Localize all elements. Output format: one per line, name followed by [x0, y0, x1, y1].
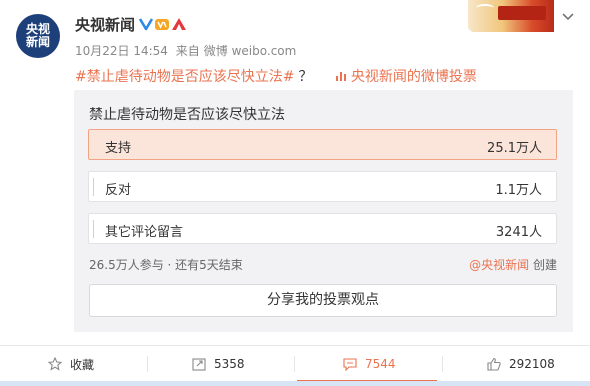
favorite-button[interactable]: 收藏 [48, 346, 94, 382]
poll-icon [335, 72, 346, 81]
repost-count: 5358 [214, 357, 245, 371]
star-icon [48, 357, 62, 371]
poll-option-other[interactable]: 其它评论留言 3241人 [88, 213, 557, 244]
bottom-edge [0, 381, 590, 386]
repost-button[interactable]: 5358 [192, 346, 245, 382]
poll-creator-suffix: 创建 [532, 258, 557, 272]
divider [442, 356, 443, 372]
favorite-label: 收藏 [70, 357, 95, 372]
member-badge-icon [155, 19, 169, 30]
thumbs-up-icon [487, 357, 501, 371]
divider [147, 356, 148, 372]
comment-count: 7544 [365, 357, 396, 371]
verified-icon [138, 18, 154, 31]
avatar-text-bottom: 新闻 [25, 35, 50, 49]
poll-creator-link[interactable]: @央视新闻 [469, 258, 529, 272]
post-source[interactable]: 微博 weibo.com [204, 44, 297, 58]
poll-option-support[interactable]: 支持 25.1万人 [88, 129, 557, 160]
poll-option-fill [89, 130, 556, 159]
post-text-plain: ？ [298, 69, 313, 85]
like-count: 292108 [509, 357, 555, 371]
poll-option-oppose[interactable]: 反对 1.1万人 [88, 171, 557, 202]
chevron-down-icon[interactable] [560, 8, 576, 24]
vote-link[interactable]: 央视新闻的微博投票 [335, 69, 477, 85]
poll-option-count: 25.1万人 [487, 141, 542, 156]
share-vote-button[interactable]: 分享我的投票观点 [89, 284, 557, 317]
post-text: #禁止虐待动物是否应该尽快立法#？ 央视新闻的微博投票 [75, 66, 477, 86]
avatar[interactable]: 央视 新闻 [16, 14, 60, 58]
poll-option-label: 其它评论留言 [105, 225, 184, 240]
dove-graphic [476, 4, 494, 12]
action-bar: 收藏 5358 7544 292108 [0, 345, 590, 382]
post-time[interactable]: 10月22日 14:54 [75, 44, 168, 58]
poll-option-bar-marker [93, 178, 94, 196]
hot-badge-icon [172, 18, 186, 30]
post-source-prefix: 来自 [175, 44, 200, 58]
hashtag-link[interactable]: #禁止虐待动物是否应该尽快立法# [75, 69, 294, 85]
tiananmen-graphic [498, 6, 546, 20]
poll-creator: @央视新闻 创建 [469, 256, 557, 273]
poll-option-label: 反对 [105, 183, 132, 198]
comment-icon [343, 358, 357, 371]
weibo-post: 央视 新闻 央视新闻 10月22日 14:54 来自 微博 weibo.com #… [0, 0, 590, 386]
poll-option-count: 1.1万人 [495, 183, 542, 198]
poll-option-label: 支持 [105, 141, 132, 156]
poll-stats: 26.5万人参与 · 还有5天结束 [89, 258, 243, 272]
poll-title: 禁止虐待动物是否应该尽快立法 [89, 107, 285, 123]
comment-button[interactable]: 7544 [343, 346, 396, 382]
header-banner-image [468, 0, 554, 32]
vote-link-label: 央视新闻的微博投票 [350, 69, 477, 85]
divider [294, 356, 295, 372]
post-meta: 10月22日 14:54 来自 微博 weibo.com [75, 42, 300, 59]
poll-option-count: 3241人 [495, 225, 542, 240]
poll-option-bar-marker [93, 220, 94, 238]
poll-card: 禁止虐待动物是否应该尽快立法 支持 25.1万人 反对 1.1万人 其它评论留言… [74, 90, 573, 332]
like-button[interactable]: 292108 [487, 346, 555, 382]
repost-icon [192, 358, 206, 371]
username[interactable]: 央视新闻 [75, 14, 135, 35]
